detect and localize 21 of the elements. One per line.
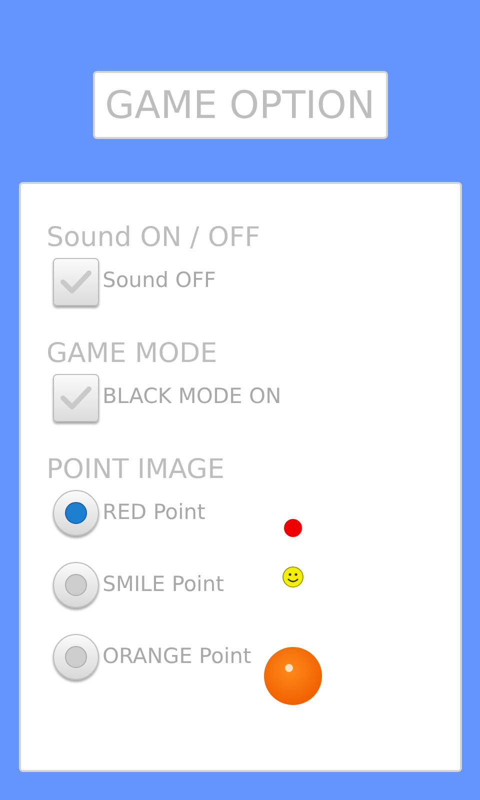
checkbox[interactable] [52,258,98,306]
radio-dot-empty [64,646,86,668]
checkmark-icon [60,269,92,295]
option-label: RED Point [102,499,206,526]
radio-button[interactable] [52,562,98,608]
page-title: GAME OPTION [92,71,388,139]
section-heading: GAME MODE [46,337,218,371]
option-label: ORANGE Point [102,643,252,670]
smiley-icon [282,566,304,588]
dot-icon [282,518,302,538]
checkbox[interactable] [52,374,98,422]
option-label: BLACK MODE ON [102,383,282,410]
section-heading: Sound ON / OFF [46,221,262,255]
option-label: Sound OFF [102,267,217,294]
section-heading: POINT IMAGE [46,453,226,487]
checkmark-icon [60,385,92,411]
option-label: SMILE Point [102,571,225,598]
radio-dot-empty [64,574,86,596]
ball-icon [262,646,322,706]
radio-button[interactable] [52,490,98,536]
radio-button[interactable] [52,634,98,680]
